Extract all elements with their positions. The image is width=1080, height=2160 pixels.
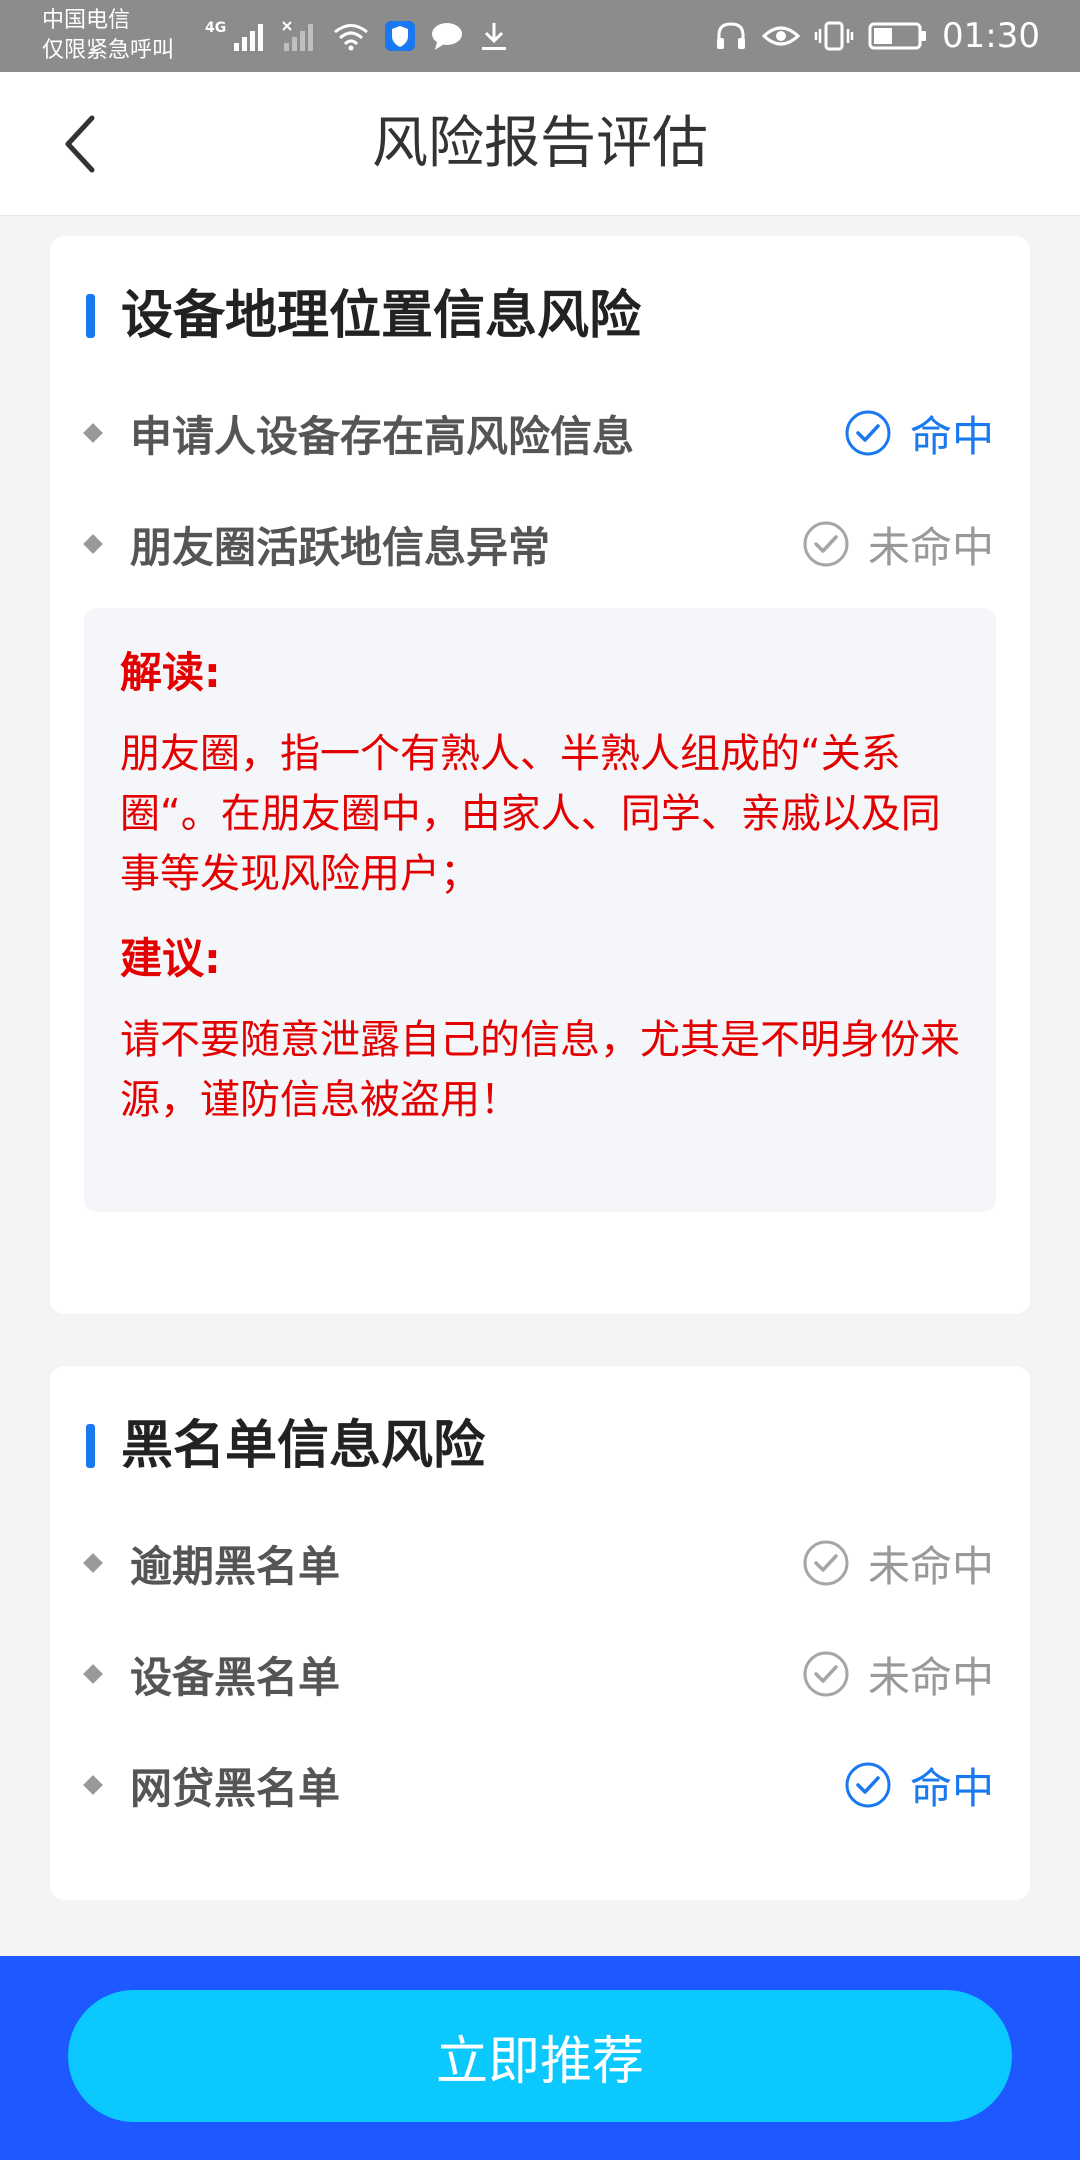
- page-title: 风险报告评估: [372, 111, 708, 176]
- no-signal-icon: [282, 21, 314, 51]
- risk-status-miss: 未命中: [802, 1644, 994, 1705]
- check-circle-icon: [845, 410, 891, 456]
- section-header: 设备地理位置信息风险: [86, 284, 641, 348]
- status-icons-left: 4G: [205, 16, 510, 56]
- status-text: 未命中: [867, 522, 994, 572]
- interpretation-heading: 解读:: [120, 648, 221, 697]
- status-icons-right: 01:30: [714, 16, 1040, 56]
- blacklist-risk-card: 黑名单信息风险 逾期黑名单 未命中 设备黑名单 未命中 网贷黑名单 命中: [50, 1366, 1030, 1900]
- check-circle-icon: [803, 521, 849, 567]
- recommend-now-button[interactable]: 立即推荐: [68, 1990, 1012, 2122]
- network-type: 4G: [205, 20, 227, 36]
- risk-status-miss: 未命中: [802, 1533, 994, 1594]
- risk-item-label: 网贷黑名单: [130, 1763, 341, 1813]
- diamond-bullet-icon: [83, 1775, 103, 1795]
- diamond-bullet-icon: [83, 423, 103, 443]
- headset-icon: [717, 22, 746, 49]
- status-text: 命中: [909, 1763, 994, 1813]
- section-title: 设备地理位置信息风险: [121, 286, 642, 346]
- bottom-action-bar: 立即推荐: [0, 1956, 1080, 2160]
- signal-icon: [234, 24, 264, 51]
- battery-icon: [868, 22, 927, 50]
- risk-item-label: 设备黑名单: [130, 1652, 341, 1702]
- risk-item: 申请人设备存在高风险信息 命中: [80, 398, 994, 468]
- carrier-name: 中国电信: [42, 8, 131, 33]
- risk-item: 逾期黑名单 未命中: [80, 1528, 994, 1598]
- status-bar: 中国电信 仅限紧急呼叫 4G 01:30: [0, 0, 1080, 72]
- check-circle-icon: [803, 1651, 849, 1697]
- risk-item: 设备黑名单 未命中: [80, 1639, 994, 1709]
- section-accent-bar: [86, 1424, 95, 1468]
- risk-item: 朋友圈活跃地信息异常 未命中: [80, 509, 994, 579]
- status-text: 命中: [909, 411, 994, 461]
- download-icon: [482, 23, 507, 50]
- interpretation-text: 朋友圈，指一个有熟人、半熟人组成的“关系圈“。在朋友圈中，由家人、同学、亲戚以及…: [120, 731, 941, 897]
- check-circle-icon: [845, 1762, 891, 1808]
- risk-item-label: 逾期黑名单: [130, 1541, 341, 1591]
- device-location-risk-card: 设备地理位置信息风险 申请人设备存在高风险信息 命中 朋友圈活跃地信息异常 未命…: [50, 236, 1030, 1314]
- clock: 01:30: [942, 16, 1040, 56]
- vibrate-icon: [814, 21, 854, 51]
- risk-status-hit: 命中: [844, 403, 994, 464]
- risk-status-miss: 未命中: [802, 514, 994, 575]
- advice-text: 请不要随意泄露自己的信息，尤其是不明身份来源，谨防信息被盗用！: [120, 1017, 960, 1123]
- section-title: 黑名单信息风险: [121, 1416, 486, 1476]
- advice-heading: 建议:: [120, 934, 221, 983]
- risk-status-hit: 命中: [844, 1755, 994, 1816]
- diamond-bullet-icon: [83, 534, 103, 554]
- diamond-bullet-icon: [83, 1553, 103, 1573]
- section-header: 黑名单信息风险: [86, 1414, 485, 1478]
- carrier-info: 中国电信 仅限紧急呼叫: [42, 6, 174, 66]
- wifi-icon: [334, 24, 369, 51]
- diamond-bullet-icon: [83, 1664, 103, 1684]
- risk-item-label: 申请人设备存在高风险信息: [130, 411, 635, 461]
- interpretation-box: 解读: 朋友圈，指一个有熟人、半熟人组成的“关系圈“。在朋友圈中，由家人、同学、…: [84, 608, 996, 1212]
- status-text: 未命中: [867, 1541, 994, 1591]
- risk-item-label: 朋友圈活跃地信息异常: [130, 522, 551, 572]
- message-icon: [432, 23, 463, 50]
- check-circle-icon: [803, 1540, 849, 1586]
- app-header: 风险报告评估: [0, 72, 1080, 216]
- status-text: 未命中: [867, 1652, 994, 1702]
- section-accent-bar: [86, 294, 95, 338]
- risk-item: 网贷黑名单 命中: [80, 1750, 994, 1820]
- carrier-status: 仅限紧急呼叫: [42, 38, 175, 63]
- shield-icon: [385, 21, 416, 51]
- eye-icon: [762, 26, 801, 46]
